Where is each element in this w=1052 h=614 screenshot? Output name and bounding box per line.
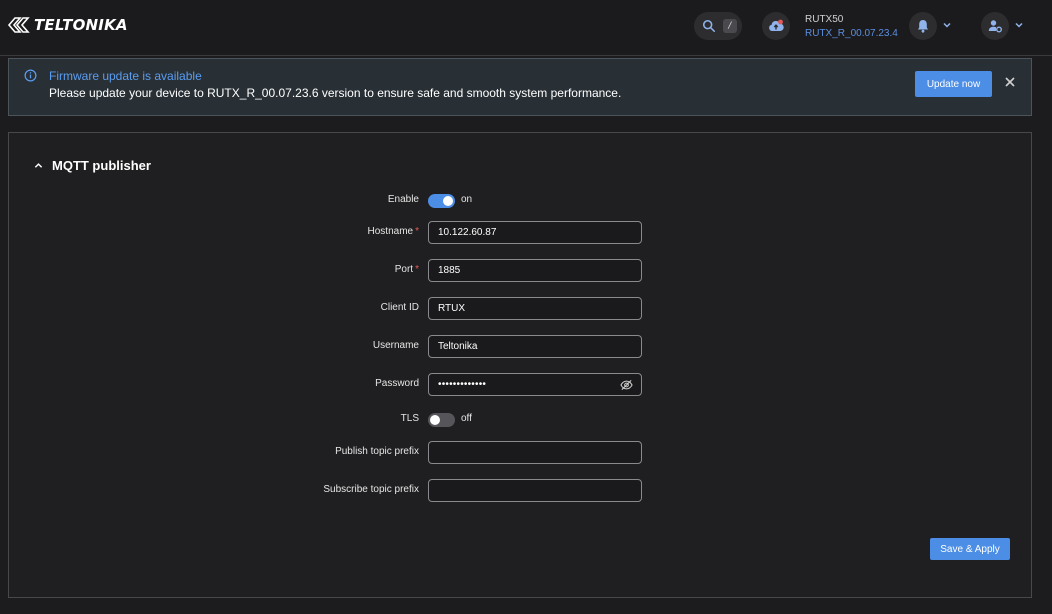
- teltonika-logo-icon: [7, 17, 30, 33]
- username-input[interactable]: Teltonika: [428, 335, 642, 358]
- username-row: Username Teltonika: [9, 335, 1033, 359]
- firmware-update-banner: Firmware update is available Please upda…: [8, 58, 1032, 116]
- client-id-label: Client ID: [380, 302, 419, 313]
- user-chevron-down-icon[interactable]: [1014, 20, 1024, 30]
- info-icon: [24, 69, 37, 82]
- hostname-label-text: Hostname: [367, 226, 414, 237]
- notifications-chevron-down-icon[interactable]: [942, 20, 952, 30]
- port-row: Port * 1885: [9, 259, 1033, 283]
- teltonika-logo[interactable]: TELTONIKA: [7, 13, 128, 37]
- top-header: TELTONIKA / RUTX50 RUTX_R_00.07.23.4: [0, 0, 1052, 56]
- banner-title: Firmware update is available: [49, 69, 202, 83]
- save-apply-button[interactable]: Save & Apply: [930, 538, 1010, 560]
- chevron-up-icon: [34, 163, 43, 168]
- search-shortcut-key: /: [723, 19, 737, 33]
- enable-state: on: [461, 194, 473, 205]
- port-label-text: Port: [394, 264, 414, 275]
- mqtt-publisher-card: MQTT publisher Enable on Hostname * 10.12…: [8, 132, 1032, 598]
- section-header[interactable]: MQTT publisher: [34, 158, 151, 173]
- search-button[interactable]: /: [694, 12, 742, 40]
- tls-toggle[interactable]: [428, 413, 455, 427]
- user-menu-button[interactable]: [981, 12, 1009, 40]
- tls-row: TLS off: [9, 408, 1033, 432]
- eye-off-icon[interactable]: [620, 379, 633, 391]
- password-input[interactable]: •••••••••••••: [428, 373, 642, 396]
- username-label: Username: [372, 340, 419, 351]
- password-label: Password: [375, 378, 419, 389]
- device-info: RUTX50 RUTX_R_00.07.23.4: [805, 13, 898, 41]
- close-icon[interactable]: [1004, 76, 1016, 88]
- cloud-update-button[interactable]: [762, 12, 790, 40]
- banner-message: Please update your device to RUTX_R_00.0…: [49, 86, 622, 100]
- publish-prefix-input[interactable]: [428, 441, 642, 464]
- publish-prefix-label: Publish topic prefix: [335, 446, 419, 457]
- section-title: MQTT publisher: [52, 158, 151, 173]
- toggle-knob: [430, 415, 440, 425]
- brand-name: TELTONIKA: [34, 16, 128, 34]
- device-name: RUTX50: [805, 14, 844, 25]
- cloud-upload-icon: [769, 19, 784, 31]
- notifications-button[interactable]: [909, 12, 937, 40]
- hostname-label: Hostname *: [368, 226, 419, 237]
- password-row: Password •••••••••••••: [9, 373, 1033, 397]
- client-id-row: Client ID RTUX: [9, 297, 1033, 321]
- firmware-version-link[interactable]: RUTX_R_00.07.23.4: [805, 27, 898, 41]
- user-settings-icon: [988, 20, 1002, 33]
- required-marker: *: [415, 226, 419, 237]
- bell-icon: [918, 20, 928, 33]
- enable-toggle[interactable]: [428, 194, 455, 208]
- password-value: •••••••••••••: [438, 379, 487, 390]
- toggle-knob: [443, 196, 453, 206]
- tls-label: TLS: [400, 413, 419, 424]
- publish-prefix-row: Publish topic prefix: [9, 441, 1033, 465]
- tls-state: off: [461, 413, 472, 424]
- subscribe-prefix-label: Subscribe topic prefix: [323, 484, 419, 495]
- hostname-row: Hostname * 10.122.60.87: [9, 221, 1033, 245]
- subscribe-prefix-row: Subscribe topic prefix: [9, 479, 1033, 503]
- port-input[interactable]: 1885: [428, 259, 642, 282]
- enable-row: Enable on: [9, 189, 1033, 213]
- update-now-button[interactable]: Update now: [915, 71, 992, 97]
- subscribe-prefix-input[interactable]: [428, 479, 642, 502]
- enable-label: Enable: [387, 194, 419, 205]
- port-label: Port *: [395, 264, 419, 275]
- hostname-input[interactable]: 10.122.60.87: [428, 221, 642, 244]
- required-marker: *: [415, 264, 419, 275]
- search-icon: [702, 19, 716, 33]
- client-id-input[interactable]: RTUX: [428, 297, 642, 320]
